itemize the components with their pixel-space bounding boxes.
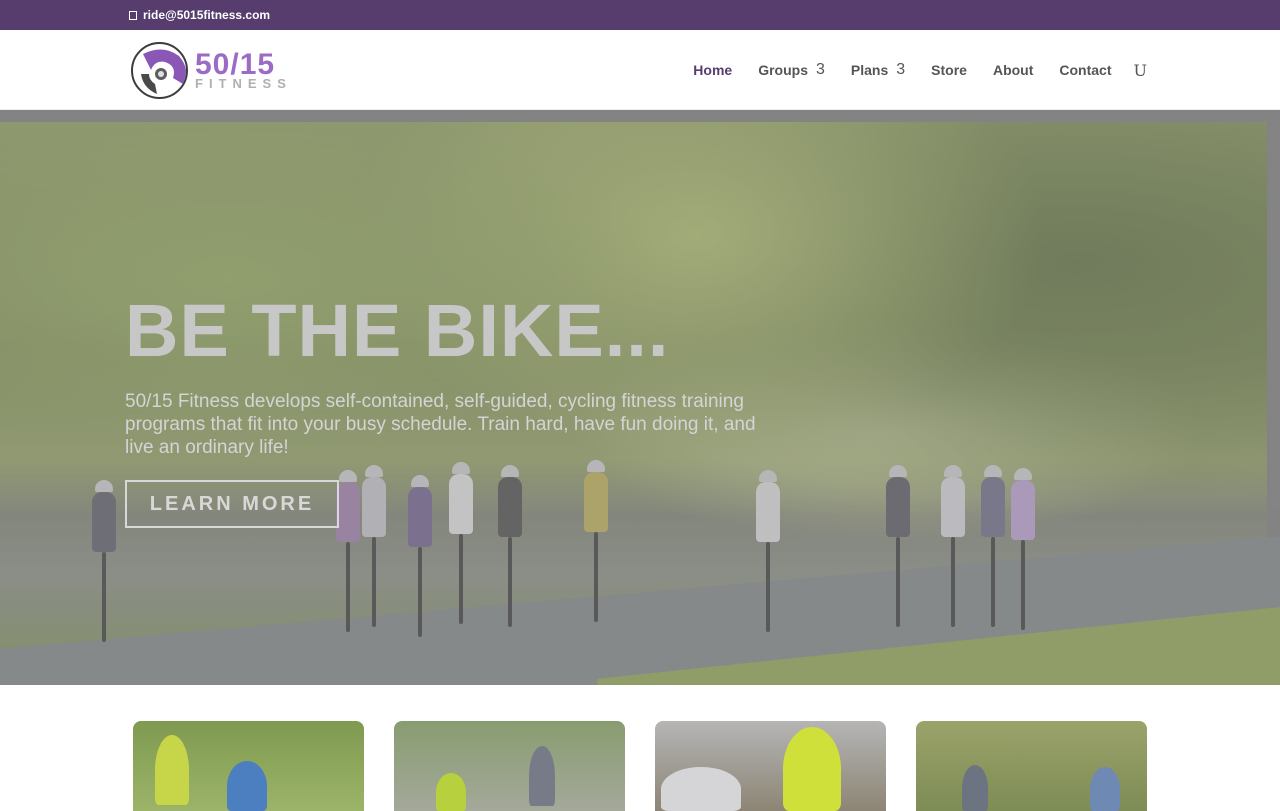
email-link[interactable]: ride@5015fitness.com xyxy=(129,8,270,22)
main-nav: Home Groups 3 Plans 3 Store About Contac… xyxy=(693,30,1147,110)
chevron-down-icon: 3 xyxy=(815,61,825,78)
search-icon[interactable]: U xyxy=(1134,61,1147,80)
cyclist-figure xyxy=(227,761,267,811)
hero-section: BE THE BIKE... 50/15 Fitness develops se… xyxy=(0,110,1280,685)
site-header: 50/15 FITNESS Home Groups 3 Plans 3 Stor… xyxy=(0,30,1280,110)
email-text: ride@5015fitness.com xyxy=(143,8,271,22)
logo-wordmark: 50/15 FITNESS xyxy=(195,50,292,91)
logo-emblem-graphic xyxy=(141,49,186,94)
learn-more-button[interactable]: LEARN MORE xyxy=(125,480,339,528)
logo-sub-text: FITNESS xyxy=(195,76,292,91)
nav-item-about[interactable]: About xyxy=(993,62,1033,78)
nav-contact-label: Contact xyxy=(1059,62,1112,78)
cyclist-figure xyxy=(783,727,841,811)
site-logo[interactable]: 50/15 FITNESS xyxy=(131,41,321,99)
nav-store-label: Store xyxy=(931,62,967,78)
nav-item-store[interactable]: Store xyxy=(931,62,967,78)
cyclist-figure xyxy=(661,767,741,811)
hero-description: 50/15 Fitness develops self-contained, s… xyxy=(125,391,756,458)
cyclist-figure xyxy=(436,773,466,811)
logo-emblem xyxy=(131,41,188,99)
nav-item-groups[interactable]: Groups 3 xyxy=(758,61,825,79)
cyclist-figure xyxy=(1090,767,1120,811)
nav-plans-label: Plans xyxy=(850,62,889,78)
nav-home-label: Home xyxy=(693,62,733,78)
top-bar: ride@5015fitness.com xyxy=(0,0,1280,30)
feature-card-2[interactable] xyxy=(394,721,625,811)
envelope-icon xyxy=(129,10,137,20)
cyclist-figure xyxy=(155,735,189,805)
feature-card-4[interactable] xyxy=(916,721,1147,811)
feature-cards xyxy=(133,721,1148,811)
feature-card-1[interactable] xyxy=(133,721,364,811)
chevron-down-icon: 3 xyxy=(896,61,906,78)
nav-item-home[interactable]: Home xyxy=(693,62,732,78)
feature-card-3[interactable] xyxy=(655,721,886,811)
nav-about-label: About xyxy=(992,62,1034,78)
cyclist-figure xyxy=(962,765,988,811)
card-photo xyxy=(394,721,625,811)
hero-title: BE THE BIKE... xyxy=(125,289,670,372)
nav-item-plans[interactable]: Plans 3 xyxy=(851,61,905,79)
cyclist-figure xyxy=(529,746,555,806)
nav-groups-label: Groups xyxy=(758,62,808,78)
nav-item-contact[interactable]: Contact xyxy=(1059,62,1111,78)
